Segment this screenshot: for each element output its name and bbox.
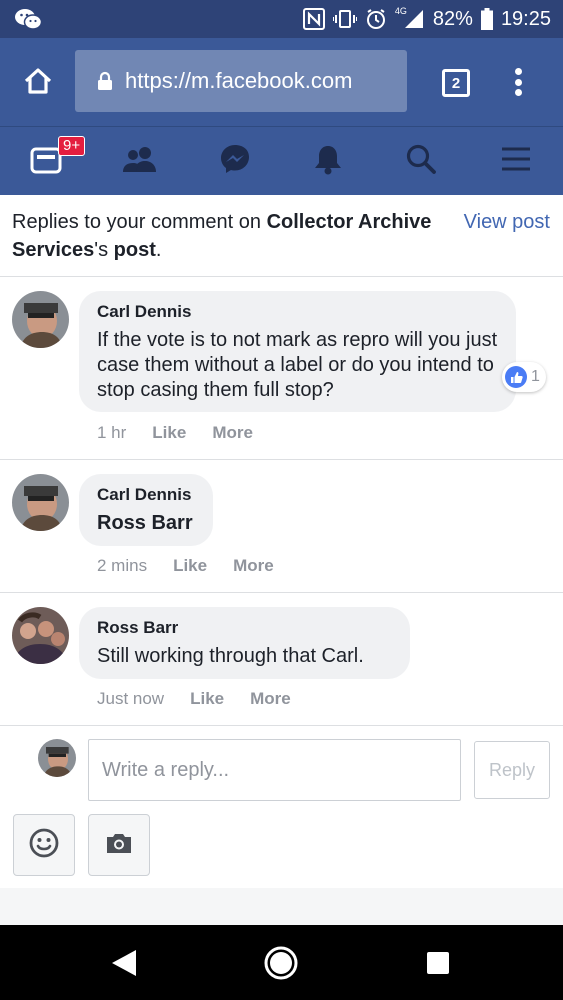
- home-circle-icon[interactable]: [263, 945, 299, 981]
- comment-text: If the vote is to not mark as repro will…: [97, 329, 498, 401]
- like-reaction-icon: [505, 366, 527, 388]
- like-button[interactable]: Like: [190, 689, 224, 709]
- tab-count: 2: [451, 74, 461, 92]
- comment-bubble: Carl Dennis If the vote is to not mark a…: [79, 291, 516, 412]
- comment-text[interactable]: Ross Barr: [97, 511, 195, 536]
- status-bar: 4G 82% 19:25: [0, 0, 563, 38]
- comment-author[interactable]: Carl Dennis: [97, 484, 195, 506]
- replies-header-text: Replies to your comment on Collector Arc…: [12, 208, 432, 264]
- comment-item: Carl Dennis Ross Barr 2 mins Like More: [0, 460, 563, 593]
- battery-icon: [480, 8, 493, 30]
- search-icon: [405, 143, 437, 180]
- more-button[interactable]: More: [212, 423, 253, 443]
- lock-icon: [97, 71, 113, 91]
- hamburger-menu-icon: [501, 146, 531, 177]
- header-period: .: [155, 239, 162, 261]
- comment-item: Carl Dennis If the vote is to not mark a…: [0, 277, 563, 460]
- search-nav-button[interactable]: [391, 127, 451, 196]
- url-text: https://m.facebook.com: [125, 68, 353, 93]
- wechat-icon: [14, 8, 43, 35]
- like-button[interactable]: Like: [152, 423, 186, 443]
- signal-icon: 4G: [394, 6, 425, 29]
- view-post-link[interactable]: View post: [464, 208, 550, 236]
- header-possessive: 's: [94, 239, 114, 261]
- camera-icon: [105, 832, 133, 859]
- reply-input[interactable]: [88, 739, 461, 801]
- recent-apps-icon[interactable]: [420, 945, 456, 981]
- comment-timestamp[interactable]: Just now: [97, 689, 164, 709]
- home-icon[interactable]: [22, 65, 54, 97]
- network-type: 4G: [394, 6, 407, 16]
- comment-timestamp[interactable]: 1 hr: [97, 423, 126, 443]
- friends-icon: [122, 145, 158, 178]
- smiley-icon: [29, 828, 59, 863]
- comment-timestamp[interactable]: 2 mins: [97, 556, 147, 576]
- bell-icon: [313, 143, 343, 180]
- friends-nav-button[interactable]: [110, 127, 170, 196]
- post-link[interactable]: post: [114, 239, 156, 261]
- header-prefix: Replies to your comment on: [12, 211, 267, 233]
- url-bar[interactable]: https://m.facebook.com: [75, 50, 407, 112]
- comment-actions: Just now Like More: [97, 689, 291, 709]
- clock: 19:25: [500, 7, 551, 30]
- avatar[interactable]: [12, 291, 69, 348]
- vibrate-icon: [332, 9, 357, 29]
- comment-author[interactable]: Carl Dennis: [97, 301, 498, 323]
- messenger-icon: [219, 143, 251, 180]
- comment-actions: 1 hr Like More: [97, 423, 253, 443]
- android-navigation-bar: [0, 925, 563, 1000]
- more-button[interactable]: More: [250, 689, 291, 709]
- battery-percent: 82%: [432, 7, 473, 30]
- emoji-button[interactable]: [13, 814, 75, 876]
- back-icon[interactable]: [106, 945, 142, 981]
- alarm-icon: [365, 8, 387, 30]
- reply-button[interactable]: Reply: [474, 741, 550, 799]
- comment-actions: 2 mins Like More: [97, 556, 274, 576]
- browser-menu-icon[interactable]: [508, 65, 528, 99]
- replies-content: Replies to your comment on Collector Arc…: [0, 195, 563, 888]
- avatar: [38, 739, 76, 777]
- comment-item: Ross Barr Still working through that Car…: [0, 593, 563, 726]
- more-button[interactable]: More: [233, 556, 274, 576]
- comment-text: Still working through that Carl.: [97, 645, 364, 667]
- photo-button[interactable]: [88, 814, 150, 876]
- reply-composer: Reply: [0, 726, 563, 888]
- like-button[interactable]: Like: [173, 556, 207, 576]
- reaction-number: 1: [531, 368, 540, 385]
- avatar[interactable]: [12, 474, 69, 531]
- notification-badge: 9+: [58, 136, 86, 156]
- nfc-icon: [302, 8, 325, 30]
- tab-switcher-button[interactable]: 2: [442, 69, 470, 97]
- replies-header: Replies to your comment on Collector Arc…: [0, 195, 563, 277]
- messenger-nav-button[interactable]: [205, 127, 265, 196]
- browser-toolbar: https://m.facebook.com 2: [0, 38, 563, 126]
- facebook-nav-bar: 9+: [0, 126, 563, 195]
- avatar[interactable]: [12, 607, 69, 664]
- comment-author[interactable]: Ross Barr: [97, 617, 392, 639]
- notifications-nav-button[interactable]: [298, 127, 358, 196]
- comment-bubble: Carl Dennis Ross Barr: [79, 474, 213, 546]
- reaction-count[interactable]: 1: [502, 362, 546, 392]
- comment-bubble: Ross Barr Still working through that Car…: [79, 607, 410, 679]
- feed-nav-button[interactable]: 9+: [16, 127, 86, 196]
- more-nav-button[interactable]: [486, 127, 546, 196]
